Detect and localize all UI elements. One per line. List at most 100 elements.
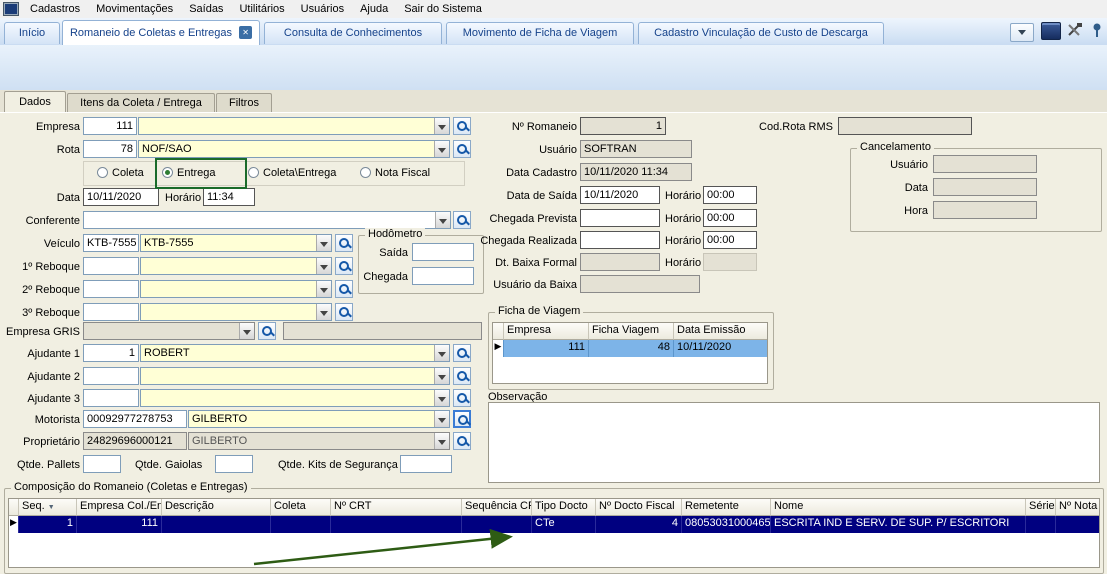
- reboque3-combo[interactable]: [140, 303, 332, 321]
- proprietario-search-icon[interactable]: [453, 432, 471, 450]
- horario-realizada-field[interactable]: 00:00: [703, 231, 757, 249]
- ficha-row[interactable]: ▶ 111 48 10/11/2020: [493, 340, 767, 357]
- radio-coleta-entrega-label[interactable]: Coleta\Entrega: [263, 166, 336, 180]
- reboque1-field[interactable]: [83, 257, 139, 275]
- ajudante1-combo[interactable]: ROBERT: [140, 344, 450, 362]
- rota-combo[interactable]: NOF/SAO: [138, 140, 450, 158]
- composicao-row[interactable]: ▶ 1 111 CTe 4 08053031000465 ESCRITA IND…: [9, 516, 1099, 533]
- chegada-realizada-field[interactable]: [580, 231, 660, 249]
- sort-icon[interactable]: ▼: [48, 504, 55, 511]
- empresa-combo[interactable]: [138, 117, 450, 135]
- empresa-gris-combo[interactable]: [83, 322, 255, 340]
- tab-list-dropdown[interactable]: [1010, 23, 1034, 42]
- empresa-gris-search-icon[interactable]: [258, 322, 276, 340]
- comp-header-tipo-docto[interactable]: Tipo Docto: [532, 499, 596, 516]
- reboque1-search-icon[interactable]: [335, 257, 353, 275]
- data-field[interactable]: 10/11/2020: [83, 188, 159, 206]
- tab-consulta-conhecimentos[interactable]: Consulta de Conhecimentos: [264, 22, 442, 44]
- reboque2-combo[interactable]: [140, 280, 332, 298]
- horario-prevista-label: Horário: [665, 212, 701, 226]
- menu-sair[interactable]: Sair do Sistema: [396, 3, 490, 15]
- veiculo-field[interactable]: KTB-7555: [83, 234, 139, 252]
- tab-cadastro-vinculacao[interactable]: Cadastro Vinculação de Custo de Descarga: [638, 22, 884, 44]
- menu-usuarios[interactable]: Usuários: [293, 3, 352, 15]
- comp-header-nota[interactable]: Nº Nota Fi: [1056, 499, 1099, 516]
- motorista-combo[interactable]: GILBERTO: [188, 410, 450, 428]
- comp-header-descricao[interactable]: Descrição: [162, 499, 271, 516]
- comp-header-coleta[interactable]: Coleta: [271, 499, 331, 516]
- comp-header-ncrt[interactable]: Nº CRT: [331, 499, 462, 516]
- window-icon[interactable]: [1041, 22, 1061, 40]
- comp-header-nome[interactable]: Nome: [771, 499, 1026, 516]
- tab-itens-coleta[interactable]: Itens da Coleta / Entrega: [67, 93, 215, 112]
- tab-movimento-ficha[interactable]: Movimento de Ficha de Viagem: [446, 22, 634, 44]
- ficha-viagem-title: Ficha de Viagem: [495, 305, 583, 317]
- qtde-gaiolas-field[interactable]: [215, 455, 253, 473]
- data-saida-field[interactable]: 10/11/2020: [580, 186, 660, 204]
- radio-coleta-label[interactable]: Coleta: [112, 166, 144, 180]
- tab-filtros[interactable]: Filtros: [216, 93, 272, 112]
- radio-entrega[interactable]: [162, 167, 173, 178]
- radio-nota-fiscal-label[interactable]: Nota Fiscal: [375, 166, 430, 180]
- ajudante2-field[interactable]: [83, 367, 139, 385]
- tab-close-icon[interactable]: ✕: [239, 26, 252, 39]
- menu-saidas[interactable]: Saídas: [181, 3, 231, 15]
- reboque3-search-icon[interactable]: [335, 303, 353, 321]
- reboque1-combo[interactable]: [140, 257, 332, 275]
- tab-inicio[interactable]: Início: [4, 22, 60, 44]
- motorista-search-icon[interactable]: [453, 410, 471, 428]
- comp-header-ndocto[interactable]: Nº Docto Fiscal: [596, 499, 682, 516]
- qtde-pallets-field[interactable]: [83, 455, 121, 473]
- tab-dados[interactable]: Dados: [4, 91, 66, 112]
- comp-header-empresa[interactable]: Empresa Col./Ent.: [77, 499, 162, 516]
- ficha-header-data-emissao[interactable]: Data Emissão: [674, 323, 767, 340]
- chegada-realizada-label: Chegada Realizada: [460, 234, 577, 248]
- hodometro-saida-label: Saída: [362, 246, 408, 260]
- empresa-field[interactable]: 111: [83, 117, 137, 135]
- qtde-kits-field[interactable]: [400, 455, 452, 473]
- radio-coleta-entrega[interactable]: [248, 167, 259, 178]
- n-romaneio-field: 1: [580, 117, 666, 135]
- ajudante3-search-icon[interactable]: [453, 389, 471, 407]
- comp-header-remetente[interactable]: Remetente: [682, 499, 771, 516]
- dt-baixa-label: Dt. Baixa Formal: [460, 256, 577, 270]
- veiculo-search-icon[interactable]: [335, 234, 353, 252]
- observacao-memo[interactable]: [488, 402, 1100, 483]
- reboque2-field[interactable]: [83, 280, 139, 298]
- tools-icon[interactable]: [1066, 22, 1084, 38]
- veiculo-combo[interactable]: KTB-7555: [140, 234, 332, 252]
- horario-prevista-field[interactable]: 00:00: [703, 209, 757, 227]
- menu-cadastros[interactable]: Cadastros: [22, 3, 88, 15]
- ajudante1-field[interactable]: 1: [83, 344, 139, 362]
- tab-romaneio[interactable]: Romaneio de Coletas e Entregas ✕: [62, 20, 260, 45]
- ajudante1-search-icon[interactable]: [453, 344, 471, 362]
- ficha-header-empresa[interactable]: Empresa: [504, 323, 589, 340]
- comp-header-seqcrt[interactable]: Sequência CRT: [462, 499, 532, 516]
- radio-entrega-label[interactable]: Entrega: [177, 166, 216, 180]
- ficha-header-ficha[interactable]: Ficha Viagem: [589, 323, 674, 340]
- usuario-label: Usuário: [460, 143, 577, 157]
- ajudante3-combo[interactable]: [140, 389, 450, 407]
- radio-nota-fiscal[interactable]: [360, 167, 371, 178]
- radio-coleta[interactable]: [97, 167, 108, 178]
- comp-header-serie[interactable]: Série: [1026, 499, 1056, 516]
- ajudante2-combo[interactable]: [140, 367, 450, 385]
- reboque2-search-icon[interactable]: [335, 280, 353, 298]
- horario-field[interactable]: 11:34: [203, 188, 255, 206]
- horario-label: Horário: [165, 191, 201, 205]
- menu-utilitarios[interactable]: Utilitários: [231, 3, 292, 15]
- chegada-prevista-field[interactable]: [580, 209, 660, 227]
- menu-ajuda[interactable]: Ajuda: [352, 3, 396, 15]
- pin-icon[interactable]: [1090, 22, 1104, 38]
- comp-header-seq[interactable]: Seq. ▼: [19, 499, 77, 516]
- conferente-combo[interactable]: [83, 211, 451, 229]
- reboque3-field[interactable]: [83, 303, 139, 321]
- dt-baixa-field: [580, 253, 660, 271]
- rota-field[interactable]: 78: [83, 140, 137, 158]
- horario-saida-field[interactable]: 00:00: [703, 186, 757, 204]
- ajudante2-search-icon[interactable]: [453, 367, 471, 385]
- menu-movimentacoes[interactable]: Movimentações: [88, 3, 181, 15]
- ajudante3-field[interactable]: [83, 389, 139, 407]
- cancel-hora-field: [933, 201, 1037, 219]
- motorista-field[interactable]: 00092977278753: [83, 410, 187, 428]
